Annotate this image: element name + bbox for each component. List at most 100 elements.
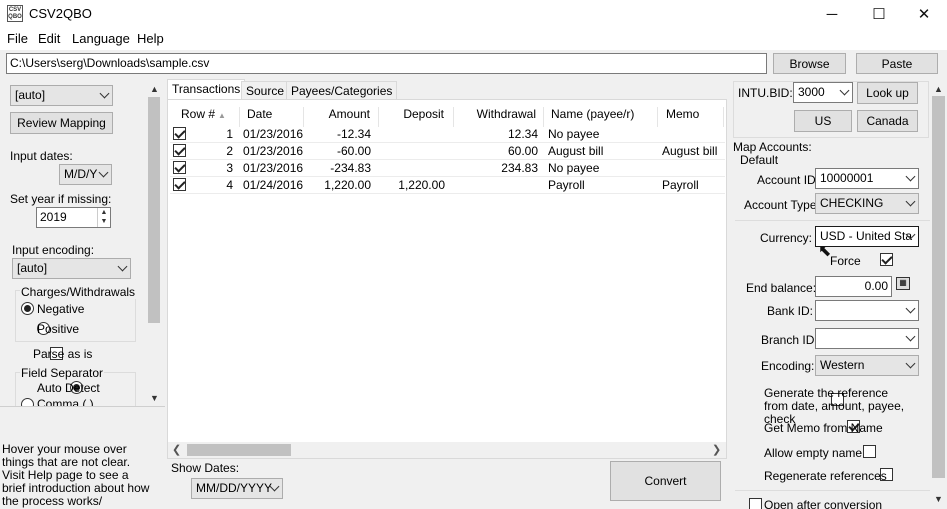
- force-label: Force: [830, 254, 861, 268]
- allow-empty-checkbox[interactable]: [863, 445, 877, 458]
- cell-date: 01/23/2016: [243, 127, 304, 141]
- set-year-value: 2019: [40, 210, 67, 224]
- bank-id-label: Bank ID:: [767, 304, 814, 318]
- table-row[interactable]: 4 01/24/2016 1,220.00 1,220.00 Payroll P…: [170, 177, 725, 194]
- input-dates-value: M/D/Y: [64, 167, 98, 181]
- tab-transactions[interactable]: Transactions: [167, 79, 246, 100]
- header-withdrawal[interactable]: Withdrawal: [454, 107, 544, 127]
- header-deposit[interactable]: Deposit: [379, 107, 454, 127]
- mouse-cursor-icon: ⬉: [818, 243, 832, 260]
- browse-button[interactable]: Browse: [773, 53, 846, 74]
- chevron-down-icon: [905, 303, 916, 314]
- show-dates-label: Show Dates:: [171, 461, 240, 475]
- field-separator-label: Field Separator: [20, 366, 105, 380]
- year-spinner[interactable]: ▲ ▼: [97, 208, 110, 227]
- input-dates-select[interactable]: M/D/Y: [59, 164, 112, 185]
- cell-withdrawal: [454, 177, 538, 194]
- tab-source[interactable]: Source: [241, 81, 290, 100]
- splitter[interactable]: [0, 406, 165, 407]
- minimize-button[interactable]: ─: [809, 0, 855, 28]
- table-row[interactable]: 2 01/23/2016 -60.00 60.00 August bill Au…: [170, 143, 725, 160]
- cell-withdrawal: 12.34: [507, 127, 538, 141]
- intu-bid-label: INTU.BID:: [738, 86, 793, 100]
- account-id-select[interactable]: 10000001: [815, 168, 919, 189]
- show-dates-select[interactable]: MM/DD/YYYY: [191, 478, 283, 499]
- currency-value: USD - United Sta: [820, 229, 913, 243]
- file-path-input[interactable]: C:\Users\serg\Downloads\sample.csv: [6, 53, 767, 74]
- scroll-right-icon[interactable]: ❯: [712, 443, 721, 456]
- header-row-number[interactable]: Row # ▲: [170, 107, 240, 127]
- menu-help[interactable]: Help: [137, 31, 164, 46]
- cell-withdrawal: 234.83: [501, 161, 538, 175]
- account-id-label: Account ID:: [757, 173, 820, 187]
- cell-name: August bill: [548, 144, 604, 158]
- encoding-label: Encoding:: [761, 359, 815, 373]
- branch-id-label: Branch ID: [761, 333, 815, 347]
- input-encoding-select[interactable]: [auto]: [12, 258, 131, 279]
- tab-payees-categories[interactable]: Payees/Categories: [286, 81, 398, 100]
- app-icon: CSV QBO: [7, 5, 23, 22]
- branch-id-select[interactable]: [815, 328, 919, 349]
- bank-id-select[interactable]: [815, 300, 919, 321]
- intu-bid-select[interactable]: 3000: [793, 82, 853, 103]
- scroll-down-icon[interactable]: ▼: [150, 393, 159, 403]
- cell-row: 4: [226, 178, 233, 192]
- scroll-down-icon[interactable]: ▼: [934, 494, 943, 504]
- cell-row: 3: [226, 161, 233, 175]
- menu-language[interactable]: Language: [72, 31, 130, 46]
- hscroll-thumb[interactable]: [187, 444, 291, 456]
- calculator-icon[interactable]: ▦: [896, 277, 910, 290]
- positive-label: Positive: [37, 322, 80, 336]
- force-checkbox[interactable]: [880, 253, 894, 266]
- cell-amount: -12.34: [336, 127, 371, 141]
- cell-row: 2: [226, 144, 233, 158]
- header-memo[interactable]: Memo: [658, 107, 724, 127]
- account-type-label: Account Type:: [744, 198, 820, 212]
- menu-edit[interactable]: Edit: [38, 31, 60, 46]
- cell-name: Payroll: [548, 178, 585, 192]
- sort-arrow-icon: ▲: [218, 111, 226, 120]
- negative-radio[interactable]: [21, 302, 34, 315]
- cell-deposit: [379, 126, 445, 143]
- menu-file[interactable]: File: [7, 31, 28, 46]
- cell-name: No payee: [548, 161, 600, 175]
- canada-button[interactable]: Canada: [857, 110, 918, 132]
- encoding-select[interactable]: Western: [815, 355, 919, 376]
- end-balance-input[interactable]: 0.00: [815, 276, 892, 297]
- header-row-label: Row #: [181, 107, 216, 121]
- charges-group-label: Charges/Withdrawals: [20, 285, 137, 299]
- map-accounts-label: Map Accounts:: [733, 140, 812, 154]
- scroll-up-icon[interactable]: ▲: [150, 84, 159, 94]
- left-scrollbar-thumb[interactable]: [148, 97, 160, 323]
- us-button[interactable]: US: [794, 110, 852, 132]
- window-title: CSV2QBO: [29, 6, 92, 21]
- paste-button[interactable]: Paste: [856, 53, 938, 74]
- comma-radio[interactable]: [21, 398, 34, 406]
- header-amount[interactable]: Amount: [304, 107, 379, 127]
- cell-date: 01/23/2016: [243, 144, 304, 158]
- cell-memo: Payroll: [662, 178, 699, 192]
- set-year-label: Set year if missing:: [10, 192, 112, 206]
- cell-name: No payee: [548, 127, 600, 141]
- cell-amount: -234.83: [330, 161, 371, 175]
- header-name[interactable]: Name (payee/r): [544, 107, 658, 127]
- maximize-button[interactable]: ☐: [856, 0, 902, 28]
- input-encoding-value: [auto]: [17, 261, 48, 275]
- cell-date: 01/24/2016: [243, 178, 304, 192]
- review-mapping-button[interactable]: Review Mapping: [10, 112, 113, 134]
- header-date[interactable]: Date: [240, 107, 304, 127]
- chevron-down-icon: [905, 331, 916, 342]
- close-button[interactable]: ✕: [901, 0, 947, 28]
- mapping-select[interactable]: [auto]: [10, 85, 113, 106]
- comma-label: Comma (,): [37, 397, 94, 406]
- open-after-checkbox[interactable]: [749, 498, 762, 509]
- table-row[interactable]: 1 01/23/2016 -12.34 12.34 No payee: [170, 126, 725, 143]
- table-row[interactable]: 3 01/23/2016 -234.83 234.83 No payee: [170, 160, 725, 177]
- regenerate-label: Regenerate references: [764, 469, 887, 483]
- account-type-select[interactable]: CHECKING: [815, 193, 919, 214]
- scroll-up-icon[interactable]: ▲: [934, 84, 943, 94]
- scroll-left-icon[interactable]: ❮: [172, 443, 181, 456]
- convert-button[interactable]: Convert: [610, 461, 721, 501]
- right-scrollbar-thumb[interactable]: [932, 96, 945, 478]
- look-up-button[interactable]: Look up: [857, 82, 918, 104]
